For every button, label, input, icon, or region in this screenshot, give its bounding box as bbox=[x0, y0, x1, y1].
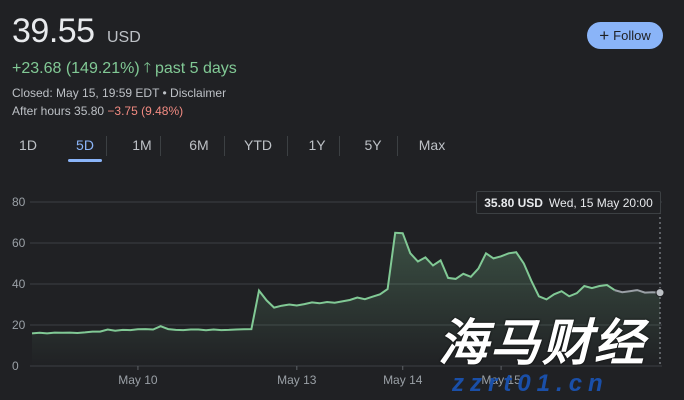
closed-info: Closed: May 15, 19:59 EDT • Disclaimer bbox=[12, 86, 227, 100]
tab-6m[interactable]: 6M bbox=[180, 132, 218, 158]
follow-label: Follow bbox=[613, 28, 651, 43]
price: 39.55 bbox=[12, 12, 95, 50]
price-change: +23.68 (149.21%) 🡑 past 5 days bbox=[12, 57, 237, 81]
x-tick-label: May 10 bbox=[118, 373, 158, 387]
tab-divider bbox=[106, 136, 107, 156]
tab-1y[interactable]: 1Y bbox=[298, 132, 336, 158]
follow-button[interactable]: + Follow bbox=[587, 22, 663, 49]
tab-max[interactable]: Max bbox=[410, 132, 454, 158]
currency-label: USD bbox=[107, 29, 141, 46]
tooltip-price: 35.80 USD bbox=[484, 195, 543, 210]
watermark-url: zzrt01.cn bbox=[452, 370, 609, 397]
watermark-logo: 海马财经 bbox=[438, 315, 646, 371]
tab-divider bbox=[160, 136, 161, 156]
plus-icon: + bbox=[599, 25, 610, 45]
x-tick-label: May 14 bbox=[383, 373, 423, 387]
change-period: past 5 days bbox=[154, 60, 237, 77]
tab-divider bbox=[339, 136, 340, 156]
current-point bbox=[655, 288, 665, 298]
tab-divider bbox=[287, 136, 288, 156]
tab-1m[interactable]: 1M bbox=[124, 132, 160, 158]
y-tick-label: 40 bbox=[12, 277, 26, 291]
after-hours-change: −3.75 (9.48%) bbox=[107, 104, 184, 118]
change-value: +23.68 (149.21%) bbox=[12, 60, 140, 77]
tab-5d[interactable]: 5D bbox=[68, 132, 102, 162]
chart-tooltip: 35.80 USD Wed, 15 May 20:00 bbox=[476, 191, 661, 214]
y-tick-label: 60 bbox=[12, 236, 26, 250]
x-tick-label: May 13 bbox=[277, 373, 317, 387]
tab-5y[interactable]: 5Y bbox=[354, 132, 392, 158]
tab-ytd[interactable]: YTD bbox=[236, 132, 280, 158]
after-hours-label: After hours 35.80 bbox=[12, 104, 105, 118]
tooltip-date: Wed, 15 May 20:00 bbox=[548, 195, 653, 210]
tab-divider bbox=[397, 136, 398, 156]
after-hours-info: After hours 35.80 −3.75 (9.48%) bbox=[12, 104, 183, 118]
arrow-up-icon: 🡑 bbox=[143, 59, 151, 75]
tab-1d[interactable]: 1D bbox=[12, 132, 44, 158]
y-tick-label: 0 bbox=[12, 359, 19, 373]
y-tick-label: 20 bbox=[12, 318, 26, 332]
y-tick-label: 80 bbox=[12, 195, 26, 209]
tab-divider bbox=[224, 136, 225, 156]
range-tabs: 1D 5D 1M 6M YTD 1Y 5Y Max bbox=[0, 132, 684, 162]
